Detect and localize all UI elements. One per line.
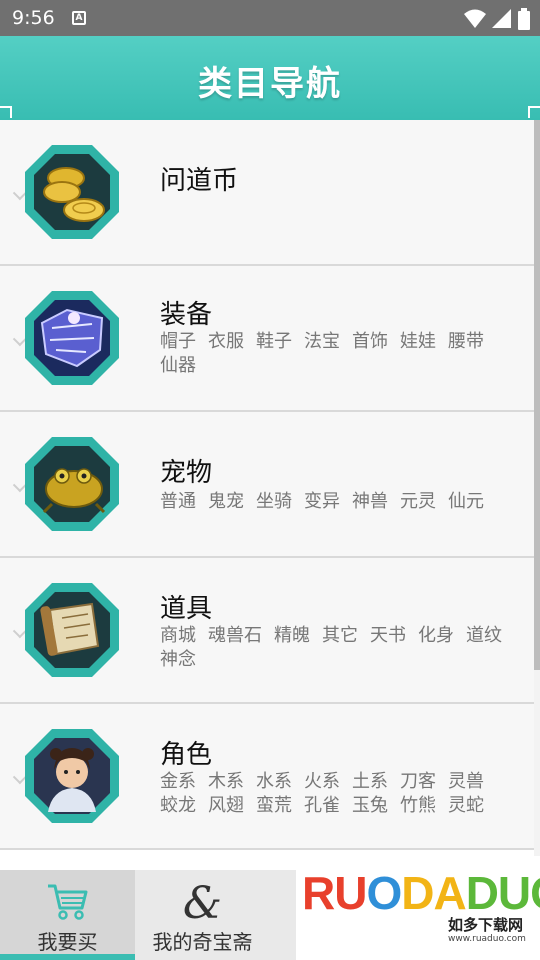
tab-buy-label: 我要买 xyxy=(37,930,98,954)
subcategory-link[interactable]: 元灵 xyxy=(400,490,436,514)
scroll-icon xyxy=(22,580,122,680)
category-title: 问道币 xyxy=(160,166,239,196)
watermark-url: www.ruaduo.com xyxy=(448,934,526,944)
subcategory-link[interactable]: 木系 xyxy=(208,770,244,794)
category-item-equipment[interactable]: 装备 帽子 衣服 鞋子 法宝 首饰 娃娃 腰带仙器 xyxy=(0,266,534,412)
subcategory-link[interactable]: 风翅 xyxy=(208,794,244,818)
coins-icon xyxy=(22,142,122,242)
tab-my-treasure-label: 我的奇宝斋 xyxy=(152,930,253,954)
armor-icon xyxy=(22,288,122,388)
subcategory-link[interactable]: 神念 xyxy=(160,648,196,672)
subcategory-link[interactable]: 孔雀 xyxy=(304,794,340,818)
app-header: 类目导航 xyxy=(0,36,540,120)
subcategory-link[interactable]: 帽子 xyxy=(160,330,196,354)
subcategory-link[interactable]: 神兽 xyxy=(352,490,388,514)
subcategory-link[interactable]: 腰带 xyxy=(448,330,484,354)
category-item-props[interactable]: 道具 商城 魂兽石 精魄 其它 天书 化身 道纹神念 xyxy=(0,558,534,704)
subcategory-list: 金系 木系 水系 火系 土系 刀客 灵兽蛟龙 风翅 蛮荒 孔雀 玉兔 竹熊 灵蛇 xyxy=(160,770,520,818)
subcategory-list: 商城 魂兽石 精魄 其它 天书 化身 道纹神念 xyxy=(160,624,520,672)
signal-icon xyxy=(492,9,511,28)
subcategory-link[interactable]: 竹熊 xyxy=(400,794,436,818)
subcategory-link[interactable]: 娃娃 xyxy=(400,330,436,354)
watermark-logo-text: RUODADUO xyxy=(302,867,540,919)
category-item-characters[interactable]: 角色 金系 木系 水系 火系 土系 刀客 灵兽蛟龙 风翅 蛮荒 孔雀 玉兔 竹熊 灵蛇 xyxy=(0,704,534,850)
subcategory-link[interactable]: 仙器 xyxy=(160,354,196,378)
character-icon xyxy=(22,726,122,826)
category-list[interactable]: 问道币 装备 帽子 衣服 鞋子 法宝 首饰 娃娃 腰带仙器 宠物 普通 鬼宠 坐… xyxy=(0,120,534,870)
subcategory-list: 帽子 衣服 鞋子 法宝 首饰 娃娃 腰带仙器 xyxy=(160,330,520,378)
subcategory-link[interactable]: 玉兔 xyxy=(352,794,388,818)
category-item-pets[interactable]: 宠物 普通 鬼宠 坐骑 变异 神兽 元灵 仙元 xyxy=(0,412,534,558)
category-item-currency[interactable]: 问道币 xyxy=(0,120,534,266)
subcategory-link[interactable]: 灵蛇 xyxy=(448,794,484,818)
wifi-icon xyxy=(464,9,486,28)
corner-decoration-right xyxy=(528,106,540,118)
pet-icon xyxy=(22,434,122,534)
subcategory-link[interactable]: 蛟龙 xyxy=(160,794,196,818)
category-title: 道具 xyxy=(160,594,213,624)
subcategory-link[interactable]: 土系 xyxy=(352,770,388,794)
corner-decoration-left xyxy=(0,106,12,118)
subcategory-link[interactable]: 化身 xyxy=(418,624,454,648)
subcategory-link[interactable]: 精魄 xyxy=(274,624,310,648)
subcategory-link[interactable]: 首饰 xyxy=(352,330,388,354)
system-icons xyxy=(464,8,530,30)
subcategory-link[interactable]: 道纹 xyxy=(466,624,502,648)
battery-icon xyxy=(518,8,530,30)
subcategory-link[interactable]: 刀客 xyxy=(400,770,436,794)
shopping-cart-icon xyxy=(0,882,135,926)
subcategory-link[interactable]: 鞋子 xyxy=(256,330,292,354)
status-time: 9:56 xyxy=(12,7,55,29)
page-title: 类目导航 xyxy=(198,64,342,104)
subcategory-link[interactable]: 蛮荒 xyxy=(256,794,292,818)
subcategory-link[interactable]: 仙元 xyxy=(448,490,484,514)
subcategory-link[interactable]: 商城 xyxy=(160,624,196,648)
subcategory-link[interactable]: 灵兽 xyxy=(448,770,484,794)
category-title: 装备 xyxy=(160,300,213,330)
subcategory-link[interactable]: 法宝 xyxy=(304,330,340,354)
status-bar: 9:56 A xyxy=(0,0,540,36)
subcategory-link[interactable]: 鬼宠 xyxy=(208,490,244,514)
tab-buy[interactable]: 我要买 xyxy=(0,870,135,960)
ampersand-icon: & xyxy=(182,878,223,929)
category-title: 角色 xyxy=(160,740,213,770)
subcategory-link[interactable]: 变异 xyxy=(304,490,340,514)
subcategory-link[interactable]: 天书 xyxy=(370,624,406,648)
category-title: 宠物 xyxy=(160,458,213,488)
subcategory-link[interactable]: 坐骑 xyxy=(256,490,292,514)
subcategory-link[interactable]: 普通 xyxy=(160,490,196,514)
subcategory-link[interactable]: 衣服 xyxy=(208,330,244,354)
subcategory-list: 普通 鬼宠 坐骑 变异 神兽 元灵 仙元 xyxy=(160,490,520,514)
watermark-logo: RUODADUO 如多下载网 www.ruaduo.com xyxy=(296,856,540,960)
tab-my-treasure[interactable]: & 我的奇宝斋 xyxy=(135,870,270,960)
subcategory-link[interactable]: 火系 xyxy=(304,770,340,794)
notification-icon: A xyxy=(72,11,86,25)
subcategory-link[interactable]: 其它 xyxy=(322,624,358,648)
subcategory-link[interactable]: 水系 xyxy=(256,770,292,794)
subcategory-link[interactable]: 金系 xyxy=(160,770,196,794)
subcategory-link[interactable]: 魂兽石 xyxy=(208,624,262,648)
watermark-slogan: 如多下载网 xyxy=(448,916,524,934)
list-scrollbar[interactable] xyxy=(534,120,540,670)
